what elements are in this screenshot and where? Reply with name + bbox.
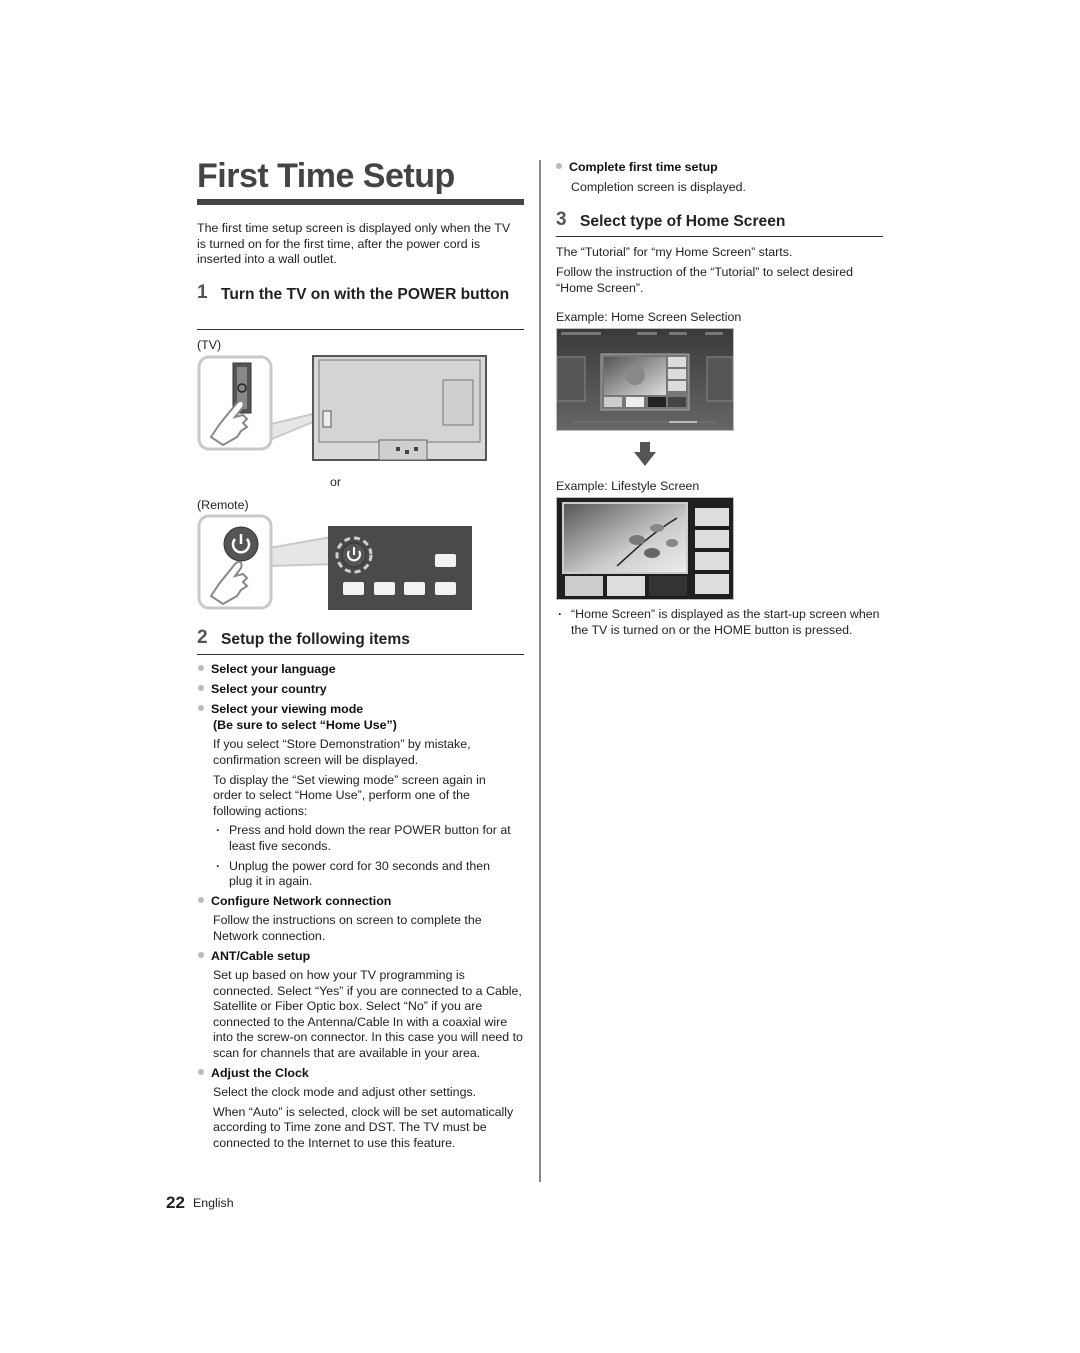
list-item: ANT/Cable setup Set up based on how your… xyxy=(198,949,523,1062)
remote-illustration xyxy=(197,514,477,612)
step3-heading-block: 3 Select type of Home Screen xyxy=(556,209,900,231)
arrow-down-icon xyxy=(634,442,656,471)
tv-back-diagram xyxy=(197,355,487,461)
column-divider xyxy=(539,160,541,1182)
intro-text: The first time setup screen is displayed… xyxy=(197,221,511,267)
lifestyle-screen-image xyxy=(556,497,734,600)
example1-caption: Example: Home Screen Selection xyxy=(556,310,742,324)
step1-rule xyxy=(197,329,524,330)
step3-rule xyxy=(556,236,883,237)
home-screen-selection-image xyxy=(556,328,734,431)
step2-heading-block: 2 Setup the following items xyxy=(197,627,521,649)
page-number: 22 xyxy=(166,1193,185,1212)
list-item: Configure Network connection Follow the … xyxy=(198,894,523,945)
step3-text2: Follow the instruction of the “Tutorial”… xyxy=(556,265,854,295)
list-item: Adjust the Clock Select the clock mode a… xyxy=(198,1066,523,1152)
step1-heading-block: 1 Turn the TV on with the POWER button xyxy=(197,282,524,304)
or-label: or xyxy=(330,475,342,489)
step2-rule xyxy=(197,654,524,655)
step2-number: 2 xyxy=(197,627,208,648)
step3-note: “Home Screen” is displayed as the start-… xyxy=(555,607,881,638)
step3-text1: The “Tutorial” for “my Home Screen” star… xyxy=(556,245,793,259)
tv-illustration xyxy=(197,355,492,463)
step2-heading: Setup the following items xyxy=(221,631,410,648)
step3-number: 3 xyxy=(556,209,567,230)
list-item: Select your country xyxy=(198,682,523,698)
setup-items-list: Select your language Select your country… xyxy=(198,662,523,1152)
list-item: Select your viewing mode (Be sure to sel… xyxy=(198,702,523,890)
tv-label: (TV) xyxy=(197,338,222,352)
step3-heading: Select type of Home Screen xyxy=(580,213,786,230)
page-language: English xyxy=(193,1196,234,1210)
step1-heading: Turn the TV on with the POWER button xyxy=(221,286,510,303)
step1-number: 1 xyxy=(197,282,208,303)
example2-caption: Example: Lifestyle Screen xyxy=(556,479,700,493)
list-item-complete-setup: Complete first time setup Completion scr… xyxy=(556,160,881,195)
remote-label: (Remote) xyxy=(197,498,249,512)
page-title: First Time Setup xyxy=(197,157,455,195)
title-rule xyxy=(197,199,524,205)
list-item: Select your language xyxy=(198,662,523,678)
